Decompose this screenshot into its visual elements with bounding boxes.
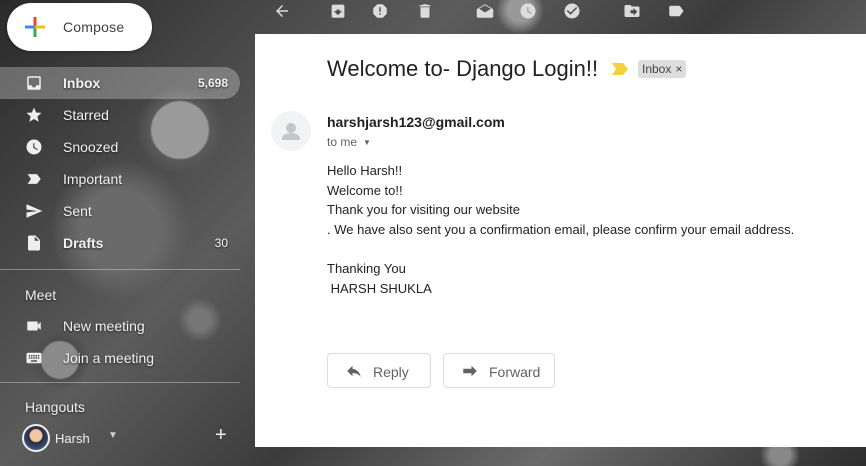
send-icon (25, 202, 43, 220)
sidebar-item-drafts[interactable]: Drafts 30 (0, 227, 240, 259)
body-line: HARSH SHUKLA (327, 280, 432, 296)
sidebar-item-label: Drafts (63, 235, 104, 251)
sidebar-item-label: Snoozed (63, 139, 119, 155)
body-line (327, 239, 794, 259)
sender-avatar (271, 111, 311, 151)
meet-section-title: Meet (25, 287, 57, 303)
forward-button[interactable]: Forward (443, 353, 555, 388)
body-line: Hello Harsh!! (327, 163, 403, 178)
move-to-icon[interactable] (623, 2, 641, 20)
new-meeting-item[interactable]: New meeting (0, 310, 240, 342)
unread-count: 5,698 (197, 76, 228, 90)
sidebar-item-important[interactable]: Important (0, 163, 240, 195)
label-chip-text: Inbox (642, 62, 672, 76)
important-icon (25, 170, 43, 188)
inbox-icon (25, 74, 43, 92)
add-icon[interactable]: + (215, 424, 227, 447)
compose-plus-icon (25, 17, 45, 37)
sidebar-item-snoozed[interactable]: Snoozed (0, 131, 240, 163)
person-icon (282, 123, 300, 140)
reply-button[interactable]: Reply (327, 353, 431, 388)
sidebar-item-sent[interactable]: Sent (0, 195, 240, 227)
sidebar-divider (0, 269, 240, 270)
message-toolbar (255, 0, 866, 34)
star-icon (25, 106, 43, 124)
mark-unread-icon[interactable] (476, 2, 494, 20)
join-meeting-item[interactable]: Join a meeting (0, 342, 240, 374)
email-subject: Welcome to- Django Login!! (327, 56, 599, 81)
reply-icon (345, 362, 363, 383)
sidebar-item-starred[interactable]: Starred (0, 99, 240, 131)
close-icon[interactable]: × (675, 60, 682, 78)
add-task-icon[interactable] (563, 2, 581, 20)
sidebar-nav: Inbox 5,698 Starred Snoozed Important Se… (0, 67, 240, 259)
label-chip: Inbox × (638, 60, 687, 78)
join-meeting-label: Join a meeting (63, 350, 155, 366)
recipient-text: to me (327, 135, 358, 149)
hangouts-user-row[interactable]: Harsh ▼ + (0, 424, 240, 452)
archive-icon[interactable] (329, 2, 347, 20)
sidebar-item-label: Sent (63, 203, 92, 219)
reply-label: Reply (373, 364, 409, 380)
body-line: Thanking You (327, 260, 406, 276)
clock-icon (25, 138, 43, 156)
report-spam-icon[interactable] (371, 2, 389, 20)
important-marker-icon[interactable] (612, 63, 628, 75)
email-pane: Welcome to- Django Login!! Inbox × harsh… (255, 34, 866, 447)
sidebar-item-label: Inbox (63, 75, 101, 91)
snooze-icon[interactable] (519, 2, 537, 20)
label-icon[interactable] (667, 2, 685, 20)
avatar (22, 424, 50, 452)
hangouts-section-title: Hangouts (25, 399, 85, 415)
sender-email: harshjarsh123@gmail.com (327, 114, 505, 130)
compose-label: Compose (63, 19, 125, 35)
compose-button[interactable]: Compose (7, 3, 152, 51)
keyboard-icon (25, 349, 43, 367)
body-line: Thank you for visiting our website (327, 202, 520, 218)
new-meeting-label: New meeting (63, 318, 145, 334)
email-body: Hello Harsh!! Welcome to!! Thank you for… (327, 161, 794, 298)
sidebar-divider (0, 382, 240, 383)
forward-icon (461, 362, 479, 383)
draft-icon (25, 234, 43, 252)
video-icon (25, 317, 43, 335)
body-line: Welcome to!! (327, 182, 403, 198)
hangouts-user-name: Harsh (55, 431, 90, 446)
body-line: . We have also sent you a confirmation e… (327, 221, 795, 237)
forward-label: Forward (489, 364, 541, 380)
chevron-down-icon[interactable]: ▼ (108, 430, 118, 441)
chevron-down-icon[interactable]: ▼ (363, 138, 371, 147)
sidebar-item-label: Important (63, 171, 123, 187)
delete-icon[interactable] (416, 2, 434, 20)
drafts-count: 30 (214, 236, 228, 250)
recipient-line[interactable]: to me ▼ (327, 135, 371, 149)
back-arrow-icon[interactable] (273, 2, 291, 20)
sidebar-item-label: Starred (63, 107, 109, 123)
sidebar-item-inbox[interactable]: Inbox 5,698 (0, 67, 240, 99)
